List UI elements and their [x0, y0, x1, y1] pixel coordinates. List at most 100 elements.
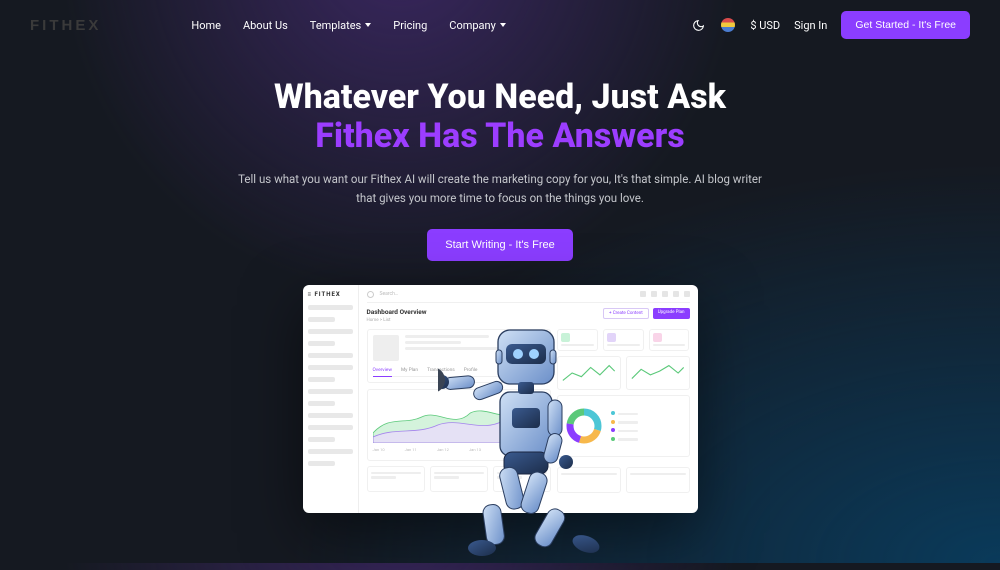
chart-label: Jan 14: [501, 447, 513, 452]
nav-home[interactable]: Home: [191, 19, 221, 32]
nav-label: Templates: [310, 19, 361, 32]
chart-label: Jan 11: [405, 447, 417, 452]
donut-chart-card: [557, 395, 689, 457]
topbar-icon: [662, 291, 668, 297]
dashboard-topbar: Search…: [367, 291, 690, 303]
dashboard-title: Dashboard Overview: [367, 308, 427, 316]
stat-card: [367, 466, 425, 492]
stat-card-pink: [649, 329, 690, 351]
tab-myplan: My Plan: [401, 368, 418, 373]
donut-legend: [611, 411, 638, 441]
chevron-down-icon: [500, 23, 506, 27]
main-nav: Home About Us Templates Pricing Company: [191, 19, 505, 32]
sidebar-placeholder: [308, 329, 353, 334]
sidebar-placeholder: [308, 461, 335, 466]
hero-section: Whatever You Need, Just Ask Fithex Has T…: [0, 78, 1000, 261]
get-started-button[interactable]: Get Started - It's Free: [841, 11, 970, 39]
dashboard-body: Overview My Plan Transactions Profile Ja…: [367, 329, 690, 493]
chevron-down-icon: [365, 23, 371, 27]
sidebar-placeholder: [308, 389, 353, 394]
sidebar-placeholder: [308, 437, 335, 442]
nav-label: Pricing: [393, 19, 427, 32]
sidebar-placeholder: [308, 449, 353, 454]
tab-overview: Overview: [373, 368, 392, 377]
stat-card: [626, 467, 690, 493]
start-writing-button[interactable]: Start Writing - It's Free: [427, 229, 572, 261]
dashboard-right-column: [557, 329, 689, 493]
sidebar-placeholder: [308, 401, 335, 406]
area-chart: [373, 395, 546, 443]
profile-card: Overview My Plan Transactions Profile: [367, 329, 552, 383]
sidebar-placeholder: [308, 365, 353, 370]
language-button[interactable]: [720, 17, 736, 33]
area-chart-card: Jan 10 Jan 11 Jan 12 Jan 13 Jan 14 Jan 1…: [367, 389, 552, 461]
chart-label: Jan 10: [373, 447, 385, 452]
upgrade-plan-button: Upgrade Plan: [653, 308, 690, 319]
line-icon: [630, 360, 686, 386]
nav-pricing[interactable]: Pricing: [393, 19, 427, 32]
create-content-button: + Create Content: [603, 308, 649, 319]
dashboard-actions: + Create Content Upgrade Plan: [603, 308, 689, 319]
stat-card: [493, 466, 551, 492]
donut-chart: [563, 405, 605, 447]
dashboard-preview: ≡ FITHEX Search… Dashb: [303, 285, 698, 513]
dashboard-crumb: Home > List: [367, 318, 427, 323]
dashboard-titlebar: Dashboard Overview Home > List + Create …: [367, 308, 690, 323]
profile-tabs: Overview My Plan Transactions Profile: [373, 368, 546, 377]
chart-label: Jan 12: [437, 447, 449, 452]
avatar-placeholder: [373, 335, 399, 361]
tab-profile: Profile: [464, 368, 478, 373]
mini-line-chart: [626, 356, 690, 390]
sidebar-placeholder: [308, 317, 335, 322]
globe-icon: [721, 18, 735, 32]
line-icon: [561, 360, 617, 386]
text-placeholder: [405, 341, 461, 344]
nav-label: About Us: [243, 19, 288, 32]
dashboard-logo: ≡ FITHEX: [308, 291, 353, 298]
topbar-icon: [651, 291, 657, 297]
dashboard-main: Search… Dashboard Overview Home > List +…: [359, 285, 698, 513]
header-right: $ USD Sign In Get Started - It's Free: [690, 11, 970, 39]
sidebar-placeholder: [308, 377, 335, 382]
bottom-row-right: [557, 467, 689, 493]
bottom-row: [367, 466, 552, 492]
moon-icon: [692, 19, 705, 32]
hero-subtitle: Tell us what you want our Fithex AI will…: [230, 170, 770, 207]
currency-selector[interactable]: $ USD: [750, 19, 780, 32]
stat-card: [430, 466, 488, 492]
chart-label: Jan 15: [533, 447, 545, 452]
hero-title-line1: Whatever You Need, Just Ask: [274, 77, 726, 117]
stat-card-purple: [603, 329, 644, 351]
text-placeholder: [405, 335, 490, 338]
nav-label: Company: [449, 19, 496, 32]
chart-x-labels: Jan 10 Jan 11 Jan 12 Jan 13 Jan 14 Jan 1…: [373, 447, 546, 452]
text-placeholder: [405, 347, 546, 350]
topbar-icon: [673, 291, 679, 297]
topbar-icon: [640, 291, 646, 297]
sidebar-placeholder: [308, 413, 353, 418]
topbar-icons: [640, 291, 690, 297]
sidebar-placeholder: [308, 425, 353, 430]
sidebar-placeholder: [308, 353, 353, 358]
stat-card: [557, 467, 621, 493]
chart-label: Jan 13: [469, 447, 481, 452]
mini-line-chart: [557, 356, 621, 390]
sidebar-placeholder: [308, 341, 335, 346]
sidebar-placeholder: [308, 305, 353, 310]
nav-label: Home: [191, 19, 221, 32]
stat-card-green: [557, 329, 598, 351]
search-icon: [367, 291, 374, 298]
theme-toggle-button[interactable]: [690, 17, 706, 33]
nav-company[interactable]: Company: [449, 19, 506, 32]
header: FITHEX Home About Us Templates Pricing C…: [0, 0, 1000, 50]
topbar-icon: [684, 291, 690, 297]
nav-templates[interactable]: Templates: [310, 19, 371, 32]
search-placeholder: Search…: [380, 291, 399, 297]
signin-link[interactable]: Sign In: [794, 19, 827, 32]
hero-title-line2: Fithex Has The Answers: [0, 117, 1000, 156]
tab-transactions: Transactions: [427, 368, 455, 373]
brand-logo[interactable]: FITHEX: [30, 17, 101, 34]
nav-about[interactable]: About Us: [243, 19, 288, 32]
dashboard-sidebar: ≡ FITHEX: [303, 285, 359, 513]
small-cards-row: [557, 329, 689, 351]
